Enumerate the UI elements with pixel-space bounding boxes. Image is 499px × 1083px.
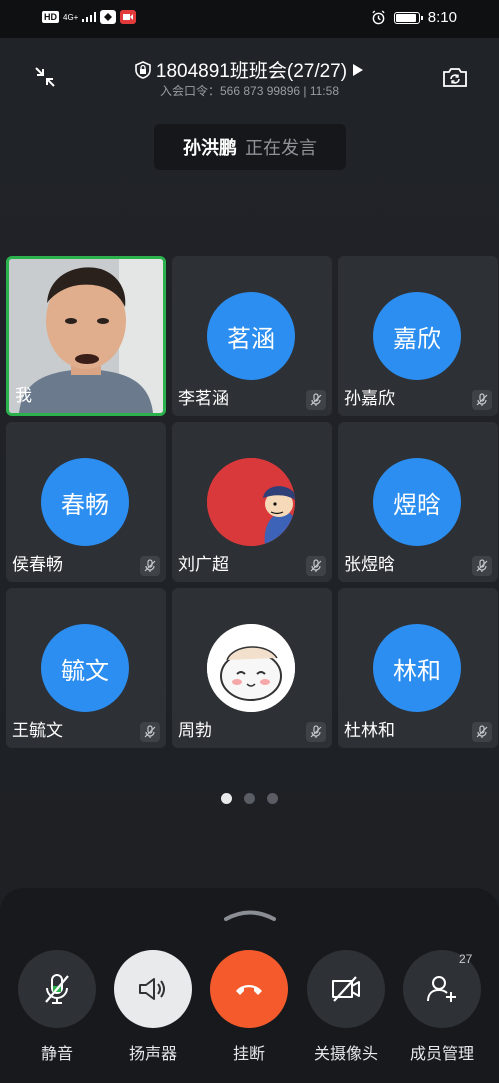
hangup-control[interactable]: 挂断 bbox=[210, 950, 288, 1064]
participant-name: 侯春畅 bbox=[12, 555, 63, 574]
status-right: 8:10 bbox=[371, 9, 457, 26]
participant-name: 张煜晗 bbox=[344, 555, 395, 574]
participant-tile[interactable]: 春畅 侯春畅 bbox=[6, 422, 166, 582]
hangup-label: 挂断 bbox=[232, 1046, 265, 1063]
active-speaker-status: 正在发言 bbox=[245, 138, 317, 158]
participant-tile[interactable]: 茗涵 李茗涵 bbox=[172, 256, 332, 416]
status-left: HD 4G+ bbox=[42, 10, 137, 24]
speaker-control[interactable]: 扬声器 bbox=[114, 950, 192, 1064]
meeting-title-row[interactable]: 1804891班班会(27/27) bbox=[0, 56, 499, 83]
participant-avatar: 煜晗 bbox=[373, 458, 461, 546]
mute-control[interactable]: 静音 bbox=[18, 950, 96, 1064]
mute-button[interactable] bbox=[18, 950, 96, 1028]
mic-off-icon bbox=[472, 556, 492, 576]
battery-icon bbox=[393, 11, 423, 24]
participant-tile[interactable]: 煜晗 张煜晗 bbox=[338, 422, 498, 582]
control-panel: 静音 扬声器 挂断 关摄像头 成员管理 bbox=[0, 888, 499, 1083]
participant-name: 周勃 bbox=[178, 721, 212, 740]
member-count-badge: 27 bbox=[459, 952, 473, 966]
participant-tile[interactable]: 嘉欣 孙嘉欣 bbox=[338, 256, 498, 416]
meeting-passcode-duration: 入会口令：566 873 99896 | 11:58 bbox=[159, 84, 339, 98]
participant-tile-self[interactable]: 我 bbox=[6, 256, 166, 416]
page-dot[interactable] bbox=[221, 793, 232, 804]
mic-off-icon bbox=[306, 390, 326, 410]
participant-tile[interactable]: 林和 杜林和 bbox=[338, 588, 498, 748]
members-control[interactable]: 成员管理 bbox=[403, 950, 481, 1064]
participant-avatar: 春畅 bbox=[41, 458, 129, 546]
participant-avatar: 嘉欣 bbox=[373, 292, 461, 380]
page-dot[interactable] bbox=[244, 793, 255, 804]
play-arrow-icon bbox=[353, 63, 364, 76]
camera-control[interactable]: 关摄像头 bbox=[307, 950, 385, 1064]
shield-lock-icon bbox=[135, 60, 151, 79]
hangup-phone-icon bbox=[236, 985, 262, 995]
video-notification-icon bbox=[120, 10, 137, 24]
camera-off-label: 关摄像头 bbox=[313, 1046, 378, 1063]
switch-camera-icon bbox=[443, 68, 467, 87]
participant-tile[interactable]: 周勃 bbox=[172, 588, 332, 748]
page-dot[interactable] bbox=[267, 793, 278, 804]
active-speaker-banner: 孙洪鹏 正在发言 bbox=[154, 124, 346, 170]
app-notification-icon bbox=[100, 10, 117, 24]
battery-level bbox=[395, 13, 416, 22]
expand-handle-icon[interactable] bbox=[222, 908, 278, 922]
participant-avatar: 茗涵 bbox=[207, 292, 295, 380]
clock: 8:10 bbox=[427, 9, 457, 26]
self-video-feed bbox=[9, 259, 163, 413]
speaker-button[interactable] bbox=[114, 950, 192, 1028]
hd-indicator: HD bbox=[42, 11, 59, 23]
status-bar: HD 4G+ 8:10 bbox=[0, 0, 499, 38]
participant-name: 杜林和 bbox=[344, 721, 395, 740]
participant-name: 王毓文 bbox=[12, 721, 63, 740]
participant-name: 李茗涵 bbox=[178, 389, 229, 408]
participant-name: 孙嘉欣 bbox=[344, 389, 395, 408]
speaker-icon bbox=[139, 978, 165, 1000]
cat-avatar bbox=[207, 624, 295, 712]
alarm-icon bbox=[372, 10, 385, 25]
network-indicator: 4G+ bbox=[63, 12, 79, 22]
participant-name: 刘广超 bbox=[178, 555, 229, 574]
mic-off-icon bbox=[306, 722, 326, 742]
members-label: 成员管理 bbox=[409, 1046, 474, 1063]
speaker-label: 扬声器 bbox=[128, 1046, 177, 1063]
add-member-icon bbox=[427, 976, 456, 1002]
mic-off-icon bbox=[140, 556, 160, 576]
switch-camera-button[interactable] bbox=[440, 62, 470, 92]
camera-off-icon bbox=[332, 976, 360, 1002]
mic-muted-icon bbox=[45, 974, 69, 1004]
participant-tile[interactable]: 刘广超 bbox=[172, 422, 332, 582]
hangup-button[interactable] bbox=[210, 950, 288, 1028]
mic-off-icon bbox=[306, 556, 326, 576]
mic-off-icon bbox=[140, 722, 160, 742]
participant-tile[interactable]: 毓文 王毓文 bbox=[6, 588, 166, 748]
mic-off-icon bbox=[472, 722, 492, 742]
participant-grid: 我 茗涵 李茗涵 嘉欣 孙嘉欣 春畅 侯春畅 刘广超 煜晗 张煜晗 毓文 王毓文… bbox=[6, 256, 498, 748]
camera-off-button[interactable] bbox=[307, 950, 385, 1028]
signal-icon bbox=[82, 12, 97, 22]
participant-avatar: 林和 bbox=[373, 624, 461, 712]
cartoon-avatar bbox=[207, 458, 295, 546]
mute-label: 静音 bbox=[40, 1046, 73, 1063]
page-indicator[interactable] bbox=[0, 793, 499, 804]
participant-avatar: 毓文 bbox=[41, 624, 129, 712]
active-speaker-name: 孙洪鹏 bbox=[183, 138, 237, 158]
participant-name: 我 bbox=[15, 386, 32, 405]
meeting-header: 1804891班班会(27/27) 入会口令：566 873 99896 | 1… bbox=[0, 52, 499, 102]
meeting-title: 1804891班班会(27/27) bbox=[155, 61, 348, 82]
mic-off-icon bbox=[472, 390, 492, 410]
